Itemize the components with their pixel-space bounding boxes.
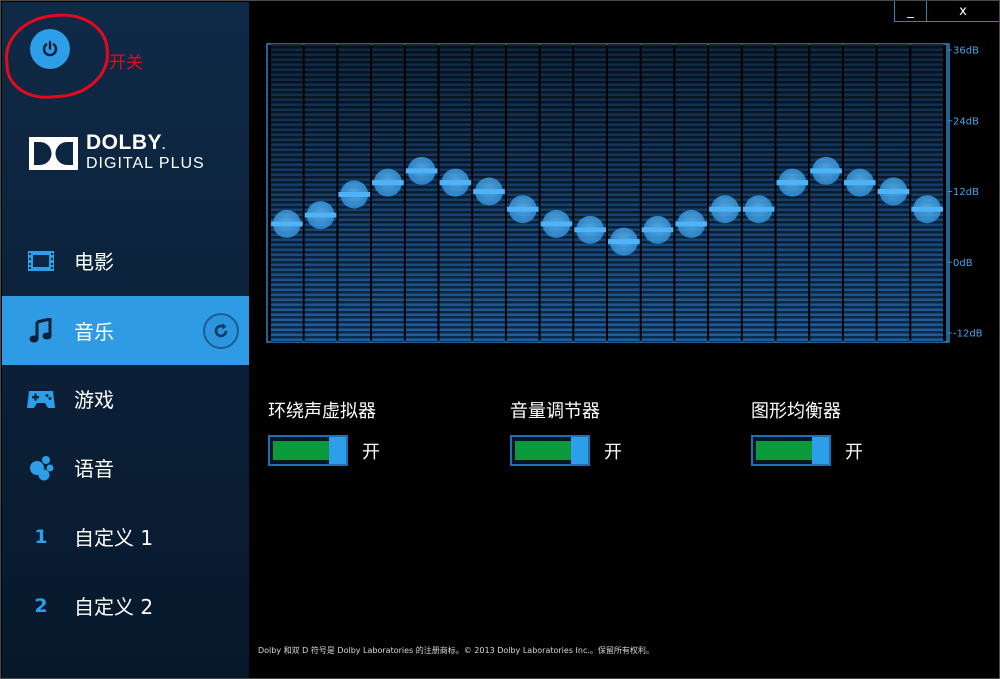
volume-leveler-state: 开 (604, 441, 622, 463)
volume-leveler-toggle[interactable] (510, 435, 590, 466)
dolby-logo: DOLBY. DIGITAL PLUS (29, 131, 205, 173)
eq-band-stripes (742, 44, 775, 342)
graphic-equalizer-state: 开 (845, 441, 863, 463)
surround-virtualizer-state: 开 (362, 441, 380, 463)
nav-item-voice[interactable]: 语音 (2, 433, 249, 502)
toggle-knob (571, 437, 588, 464)
dolby-app-window: 开关 DOLBY. DIGITAL PLUS 电影 音乐 游戏 语音 1 自定义… (0, 0, 1000, 679)
eq-band-stripes (641, 44, 674, 342)
eq-axis-label: 36dB (953, 46, 979, 57)
logo-subtitle: DIGITAL PLUS (86, 155, 205, 172)
custom-1-badge: 1 (26, 522, 56, 552)
volume-leveler-label: 音量调节器 (510, 401, 600, 422)
eq-band-stripes (540, 44, 573, 342)
eq-band-stripes (405, 44, 438, 342)
dolby-double-d-icon (29, 136, 78, 170)
nav-label-movie: 电影 (74, 250, 114, 274)
graphic-equalizer-control: 图形均衡器 开 (751, 397, 863, 466)
film-icon (26, 246, 56, 276)
copyright-footer: Dolby 和双 D 符号是 Dolby Laboratories 的注册商标。… (258, 646, 654, 655)
eq-band-stripes (911, 44, 943, 342)
toggle-on-fill (756, 441, 815, 460)
power-annotation-circle (2, 10, 112, 102)
eq-axis-label: 24dB (953, 116, 979, 127)
reset-button[interactable] (203, 313, 239, 349)
volume-leveler-control: 音量调节器 开 (510, 397, 622, 466)
reset-icon (214, 323, 228, 338)
voice-icon (26, 453, 56, 483)
minimize-button[interactable]: _ (894, 1, 927, 22)
custom-2-number: 2 (34, 594, 48, 617)
nav-label-voice: 语音 (74, 457, 114, 481)
custom-1-number: 1 (34, 525, 48, 548)
eq-axis-label: 0dB (953, 258, 973, 269)
nav-item-music[interactable]: 音乐 (2, 296, 249, 365)
music-note-icon (26, 316, 56, 346)
toggle-knob (329, 437, 346, 464)
close-button[interactable]: x (927, 1, 999, 22)
custom-2-badge: 2 (26, 591, 56, 621)
eq-band-stripes (506, 44, 539, 342)
eq-band-stripes (304, 44, 337, 342)
eq-band-stripes (574, 44, 606, 342)
nav-label-custom-1: 自定义 1 (74, 526, 154, 550)
toggle-on-fill (515, 441, 574, 460)
nav-item-custom-1[interactable]: 1 自定义 1 (2, 502, 249, 571)
eq-band-stripes (709, 44, 741, 342)
eq-axis-label: -12dB (953, 329, 983, 340)
nav-item-movie[interactable]: 电影 (2, 226, 249, 295)
eq-band-stripes (608, 44, 640, 342)
logo-name: DOLBY. (86, 131, 166, 154)
eq-band-stripes (810, 44, 842, 342)
window-controls: _ x (894, 1, 999, 22)
toggle-on-fill (273, 441, 332, 460)
eq-band-stripes (271, 44, 303, 342)
eq-band-stripes (675, 44, 708, 342)
graphic-equalizer[interactable]: 36dB 24dB 12dB 0dB -12dB (266, 41, 986, 346)
gamepad-icon (26, 384, 56, 414)
surround-virtualizer-control: 环绕声虚拟器 开 (268, 397, 380, 466)
nav-item-game[interactable]: 游戏 (2, 364, 249, 433)
surround-virtualizer-toggle[interactable] (268, 435, 348, 466)
surround-virtualizer-label: 环绕声虚拟器 (268, 401, 376, 422)
toggle-knob (812, 437, 829, 464)
sidebar: 开关 DOLBY. DIGITAL PLUS 电影 音乐 游戏 语音 1 自定义… (2, 2, 249, 678)
graphic-equalizer-label: 图形均衡器 (751, 401, 841, 422)
nav-item-custom-2[interactable]: 2 自定义 2 (2, 571, 249, 640)
power-annotation-label: 开关 (109, 53, 143, 73)
nav-label-custom-2: 自定义 2 (74, 595, 154, 619)
eq-axis-label: 12dB (953, 187, 979, 198)
nav-label-music: 音乐 (74, 320, 114, 344)
graphic-equalizer-toggle[interactable] (751, 435, 831, 466)
nav-label-game: 游戏 (74, 388, 114, 412)
